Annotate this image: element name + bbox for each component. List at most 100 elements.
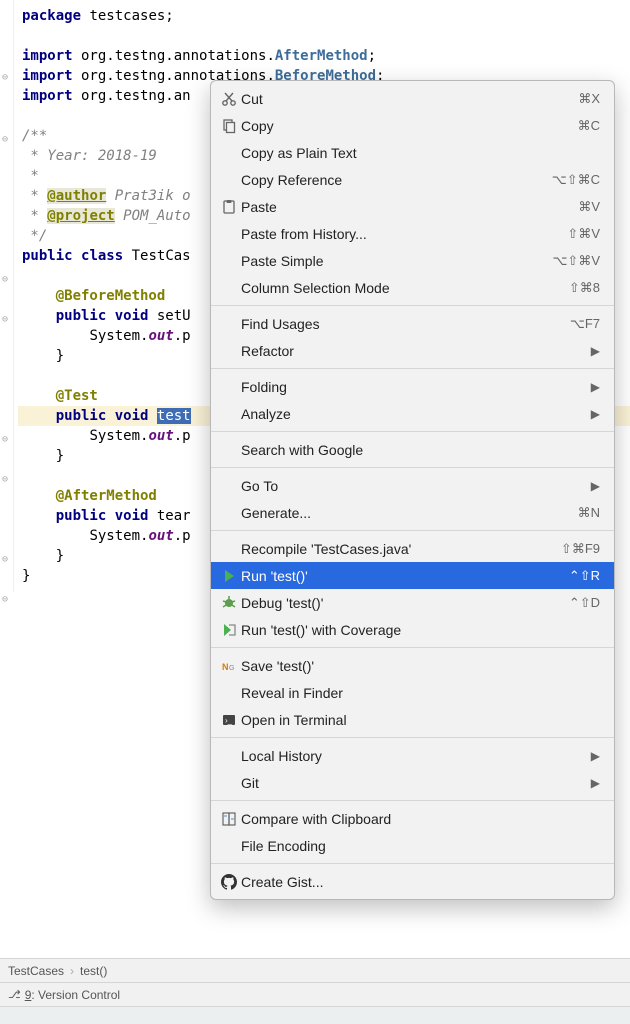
menu-create-gist[interactable]: Create Gist... <box>211 868 614 895</box>
save-testng-icon: NG <box>217 658 241 674</box>
version-control-tool[interactable]: 99: Version Control: Version Control <box>25 988 120 1002</box>
menu-generate[interactable]: Generate... ⌘N <box>211 499 614 526</box>
keyword-public: public <box>56 508 107 524</box>
gutter-fold-icon[interactable]: ⊖ <box>2 130 8 150</box>
context-menu: Cut ⌘X Copy ⌘C Copy as Plain Text Copy R… <box>210 80 615 900</box>
menu-column-selection[interactable]: Column Selection Mode ⇧⌘8 <box>211 274 614 301</box>
selected-method-test: test <box>157 408 191 424</box>
out-field: out <box>148 328 173 344</box>
gutter-fold-icon[interactable]: ⊖ <box>2 310 8 330</box>
sysout: System. <box>89 328 148 344</box>
submenu-arrow-icon: ▶ <box>591 407 600 421</box>
method-teardown: tear <box>148 508 190 524</box>
keyword-void: void <box>115 508 149 524</box>
menu-paste-history[interactable]: Paste from History... ⇧⌘V <box>211 220 614 247</box>
gutter-fold-icon[interactable]: ⊖ <box>2 470 8 490</box>
menu-open-terminal[interactable]: ›_ Open in Terminal <box>211 706 614 733</box>
keyword-package: package <box>22 8 81 24</box>
submenu-arrow-icon: ▶ <box>591 749 600 763</box>
coverage-icon <box>217 622 241 638</box>
sysout: System. <box>89 428 148 444</box>
gutter-fold-icon[interactable]: ⊖ <box>2 590 8 610</box>
menu-search-google[interactable]: Search with Google <box>211 436 614 463</box>
debug-icon <box>217 595 241 611</box>
cut-icon <box>217 91 241 107</box>
menu-separator <box>211 368 614 369</box>
menu-paste[interactable]: Paste ⌘V <box>211 193 614 220</box>
menu-analyze[interactable]: Analyze ▶ <box>211 400 614 427</box>
out-field: out <box>148 528 173 544</box>
keyword-void: void <box>115 408 149 424</box>
paste-icon <box>217 199 241 215</box>
breadcrumb-separator: › <box>70 964 74 978</box>
menu-separator <box>211 800 614 801</box>
menu-folding[interactable]: Folding ▶ <box>211 373 614 400</box>
javadoc-project-tag: @project <box>47 208 114 224</box>
menu-file-encoding[interactable]: File Encoding <box>211 832 614 859</box>
menu-copy[interactable]: Copy ⌘C <box>211 112 614 139</box>
class-aftermethod: AfterMethod <box>275 48 368 64</box>
javadoc-project: POM_Auto <box>115 208 191 224</box>
gutter: ⊖ ⊖ ⊖ ⊖ ⊖ ⊖ ⊖ ⊖ <box>0 0 14 592</box>
keyword-public: public <box>56 308 107 324</box>
gutter-fold-icon[interactable]: ⊖ <box>2 430 8 450</box>
menu-separator <box>211 305 614 306</box>
menu-compare-clipboard[interactable]: Compare with Clipboard <box>211 805 614 832</box>
menu-separator <box>211 737 614 738</box>
menu-separator <box>211 647 614 648</box>
menu-git[interactable]: Git ▶ <box>211 769 614 796</box>
copy-icon <box>217 118 241 134</box>
menu-save[interactable]: NG Save 'test()' <box>211 652 614 679</box>
keyword-import: import <box>22 88 73 104</box>
annotation-aftermethod: @AfterMethod <box>56 488 157 504</box>
menu-copy-reference[interactable]: Copy Reference ⌥⇧⌘C <box>211 166 614 193</box>
submenu-arrow-icon: ▶ <box>591 344 600 358</box>
menu-recompile[interactable]: Recompile 'TestCases.java' ⇧⌘F9 <box>211 535 614 562</box>
javadoc-author: Prat3ik o <box>106 188 190 204</box>
menu-cut[interactable]: Cut ⌘X <box>211 85 614 112</box>
gutter-fold-icon[interactable]: ⊖ <box>2 270 8 290</box>
version-control-icon: ⎇ <box>8 988 21 1001</box>
keyword-public: public <box>22 248 73 264</box>
gutter-fold-icon[interactable]: ⊖ <box>2 550 8 570</box>
menu-paste-simple[interactable]: Paste Simple ⌥⇧⌘V <box>211 247 614 274</box>
menu-separator <box>211 863 614 864</box>
import-package: org.testng.an <box>73 88 191 104</box>
status-bar: ⎇ 99: Version Control: Version Control <box>0 982 630 1006</box>
menu-run[interactable]: Run 'test()' ⌃⇧R <box>211 562 614 589</box>
menu-separator <box>211 431 614 432</box>
method-setup: setU <box>148 308 190 324</box>
annotation-beforemethod: @BeforeMethod <box>56 288 166 304</box>
bottom-strip <box>0 1006 630 1024</box>
menu-local-history[interactable]: Local History ▶ <box>211 742 614 769</box>
menu-find-usages[interactable]: Find Usages ⌥F7 <box>211 310 614 337</box>
menu-goto[interactable]: Go To ▶ <box>211 472 614 499</box>
submenu-arrow-icon: ▶ <box>591 380 600 394</box>
menu-debug[interactable]: Debug 'test()' ⌃⇧D <box>211 589 614 616</box>
breadcrumb[interactable]: TestCases › test() <box>0 958 630 982</box>
svg-text:›_: ›_ <box>225 716 233 725</box>
javadoc-author-tag: @author <box>47 188 106 204</box>
menu-copy-plain[interactable]: Copy as Plain Text <box>211 139 614 166</box>
keyword-public: public <box>56 408 107 424</box>
svg-text:G: G <box>229 665 234 672</box>
terminal-icon: ›_ <box>217 712 241 728</box>
keyword-void: void <box>115 308 149 324</box>
menu-refactor[interactable]: Refactor ▶ <box>211 337 614 364</box>
breadcrumb-class[interactable]: TestCases <box>8 964 64 978</box>
menu-coverage[interactable]: Run 'test()' with Coverage <box>211 616 614 643</box>
svg-text:N: N <box>222 662 229 672</box>
sysout: System. <box>89 528 148 544</box>
keyword-class: class <box>81 248 123 264</box>
breadcrumb-method[interactable]: test() <box>80 964 107 978</box>
import-package: org.testng.annotations. <box>73 48 275 64</box>
keyword-import: import <box>22 68 73 84</box>
menu-reveal-finder[interactable]: Reveal in Finder <box>211 679 614 706</box>
run-icon <box>217 568 241 584</box>
keyword-import: import <box>22 48 73 64</box>
menu-separator <box>211 467 614 468</box>
out-field: out <box>148 428 173 444</box>
class-name: TestCas <box>123 248 190 264</box>
gutter-fold-icon[interactable]: ⊖ <box>2 68 8 88</box>
submenu-arrow-icon: ▶ <box>591 479 600 493</box>
